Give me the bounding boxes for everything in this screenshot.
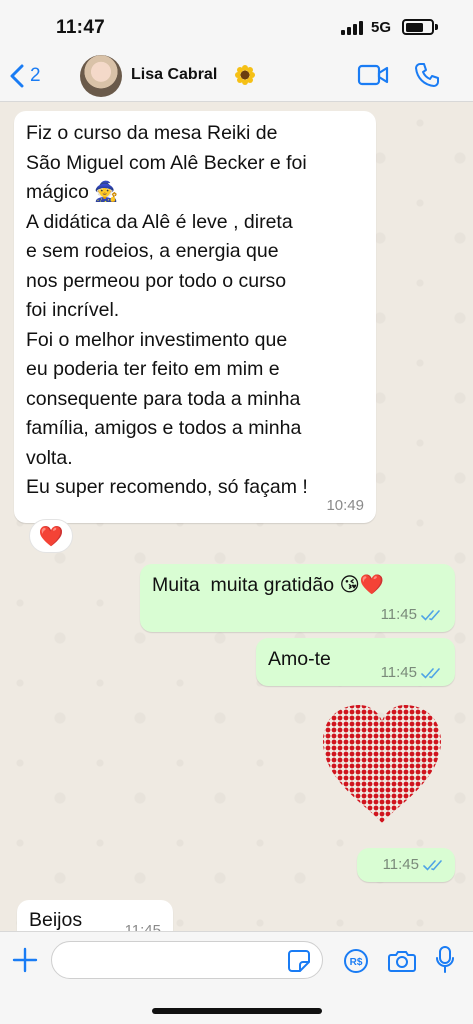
status-time: 11:47 bbox=[56, 17, 106, 38]
message-meta: 11:45 bbox=[125, 922, 161, 931]
phone-call-icon[interactable] bbox=[414, 62, 440, 88]
svg-text:R$: R$ bbox=[350, 957, 363, 968]
heart-sticker-icon[interactable] bbox=[319, 703, 445, 825]
sticker-icon[interactable] bbox=[287, 949, 311, 973]
message-bubble-outgoing[interactable]: Amo-te 11:45 bbox=[256, 638, 455, 686]
chat-area[interactable]: Fiz o curso da mesa Reiki de São Miguel … bbox=[0, 103, 473, 931]
message-bubble-outgoing[interactable]: Muita muita gratidão 😘❤️ 11:45 bbox=[140, 564, 455, 632]
message-meta: 11:45 bbox=[381, 664, 443, 682]
network-type: 5G bbox=[371, 19, 392, 36]
heart-reaction-icon: ❤️ bbox=[38, 525, 64, 548]
message-input-field[interactable] bbox=[52, 942, 322, 978]
back-button[interactable]: 2 bbox=[10, 57, 41, 95]
microphone-icon[interactable] bbox=[435, 945, 455, 975]
message-bubble-incoming[interactable]: Fiz o curso da mesa Reiki de São Miguel … bbox=[14, 111, 376, 523]
battery-icon bbox=[402, 19, 434, 35]
chat-header: 2 Lisa Cabral bbox=[0, 50, 473, 102]
double-check-icon bbox=[421, 610, 440, 621]
battery-tip bbox=[435, 24, 438, 30]
plus-icon[interactable] bbox=[12, 947, 38, 973]
home-indicator bbox=[152, 1008, 322, 1014]
contact-name[interactable]: Lisa Cabral bbox=[131, 66, 217, 84]
message-meta: 11:45 bbox=[381, 606, 443, 624]
sunflower-icon bbox=[235, 65, 255, 85]
message-time: 11:45 bbox=[380, 664, 417, 681]
message-input[interactable] bbox=[51, 941, 323, 979]
unread-count: 2 bbox=[30, 65, 41, 86]
message-text: Muita muita gratidão 😘❤️ bbox=[152, 574, 385, 596]
signal-strength-icon bbox=[341, 21, 365, 35]
status-bar: 11:47 5G bbox=[0, 0, 473, 50]
sticker-meta-bubble: 11:45 bbox=[357, 848, 455, 882]
message-meta: 11:45 bbox=[383, 856, 445, 874]
message-meta: 10:49 bbox=[326, 497, 364, 515]
message-time: 11:45 bbox=[382, 856, 419, 873]
double-check-icon bbox=[421, 668, 440, 679]
message-bubble-incoming[interactable]: Beijos 11:45 bbox=[17, 900, 173, 931]
chevron-left-icon bbox=[10, 64, 24, 88]
video-call-icon[interactable] bbox=[357, 63, 389, 87]
message-time: 11:45 bbox=[124, 922, 161, 931]
camera-icon[interactable] bbox=[388, 949, 416, 973]
message-time: 11:45 bbox=[380, 606, 417, 623]
message-text: Fiz o curso da mesa Reiki de São Miguel … bbox=[26, 122, 308, 498]
double-check-icon bbox=[423, 860, 442, 871]
message-time: 10:49 bbox=[326, 497, 364, 514]
avatar[interactable] bbox=[80, 55, 122, 97]
payment-rs-icon[interactable]: R$ bbox=[343, 948, 369, 974]
message-reaction[interactable]: ❤️ bbox=[29, 519, 73, 553]
